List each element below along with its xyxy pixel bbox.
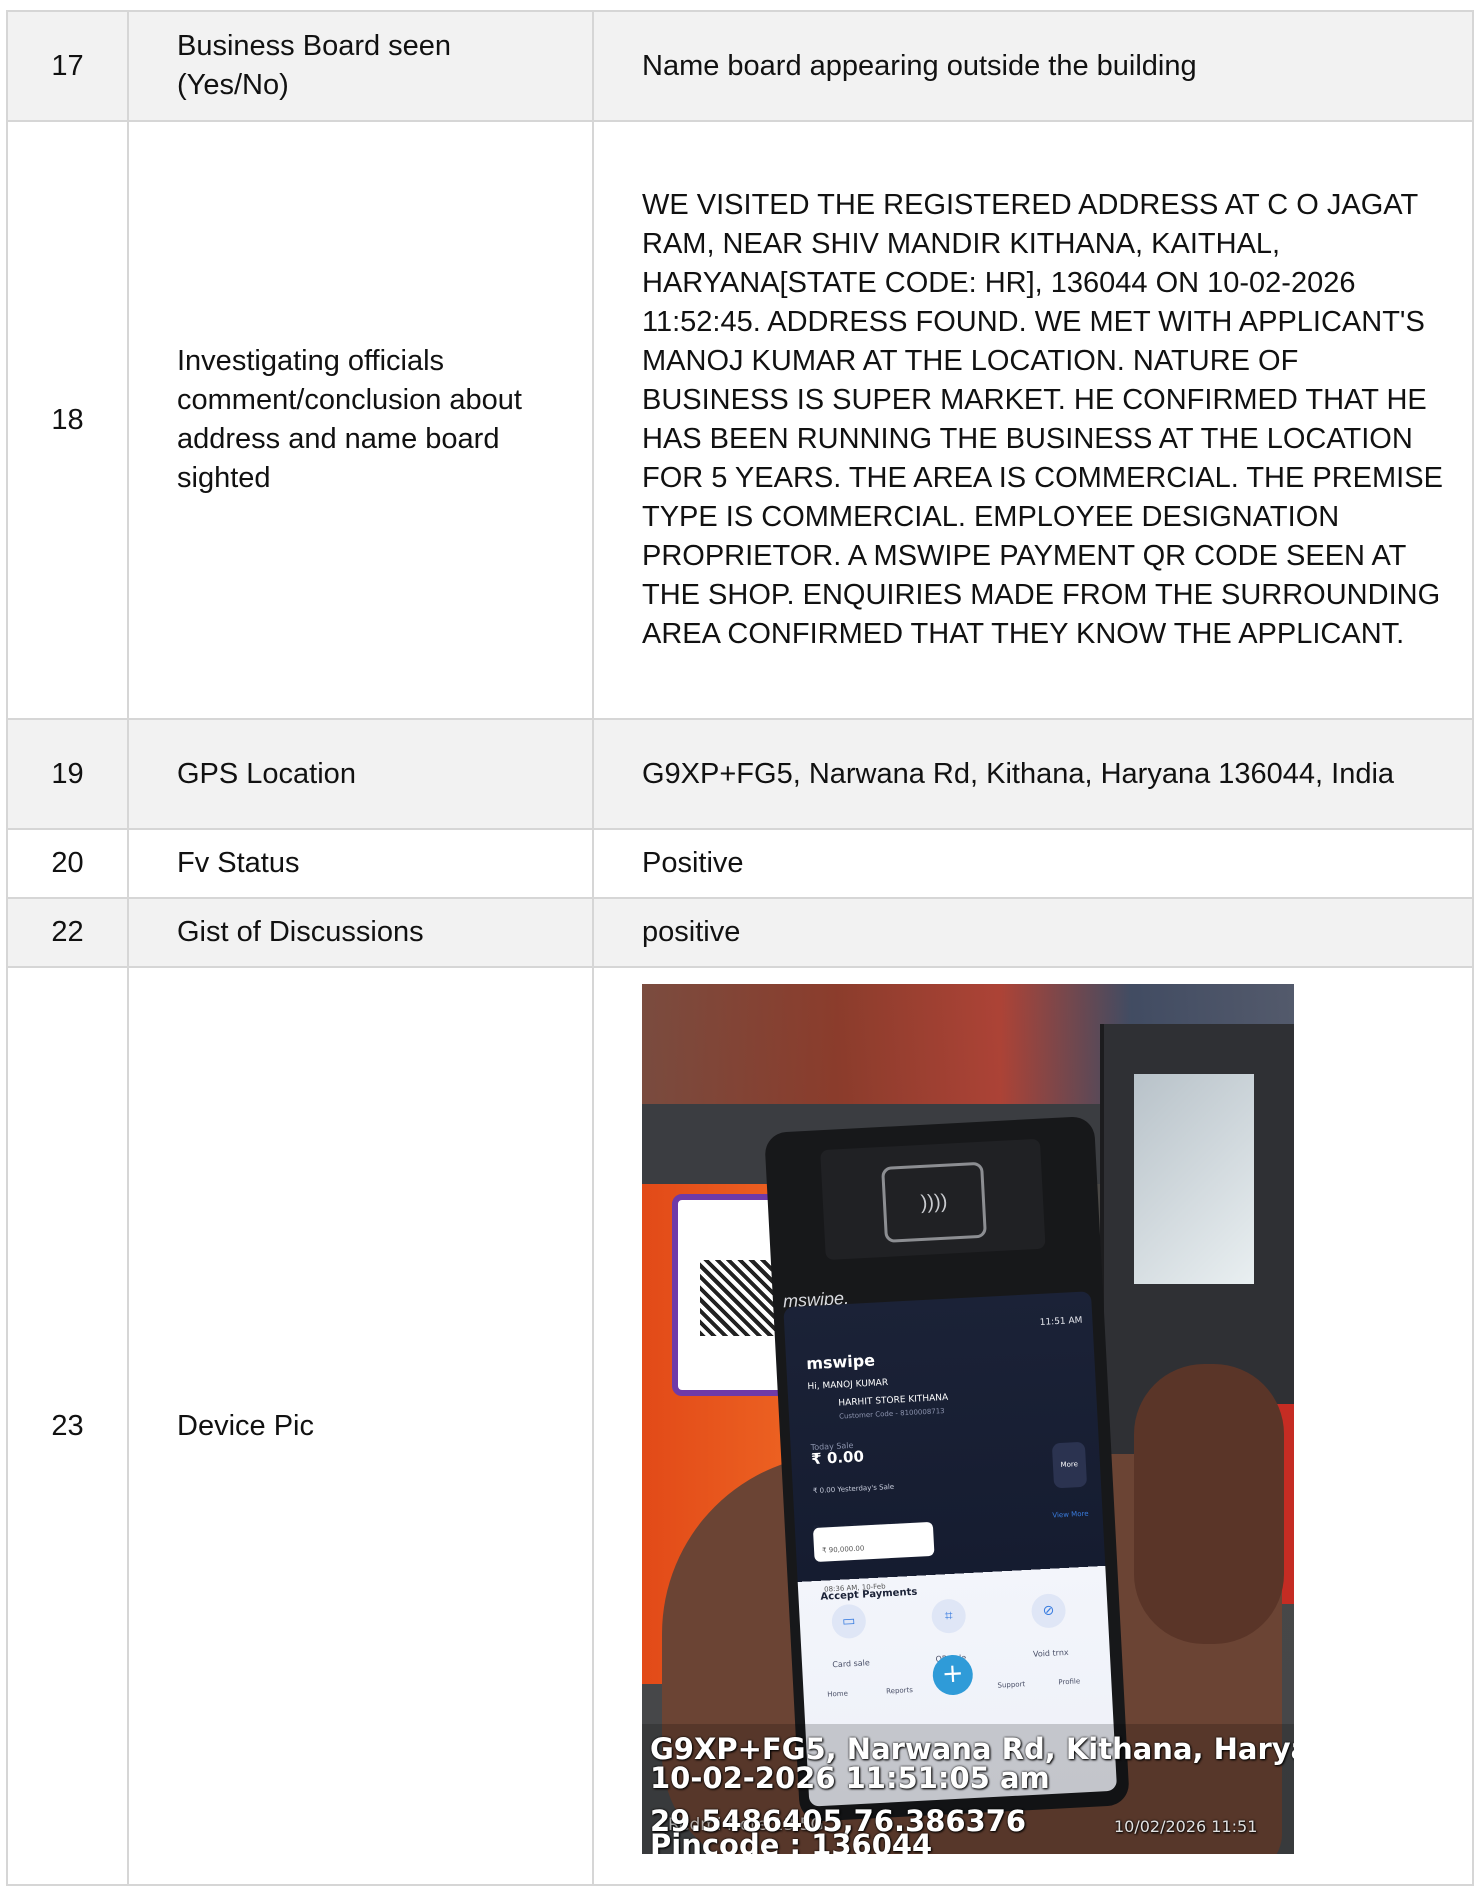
row-label: GPS Location [127, 718, 594, 830]
photo-thumb [1134, 1364, 1284, 1644]
nav-home: Home [827, 1689, 849, 1699]
report-table-container: 17 Business Board seen (Yes/No) Name boa… [6, 10, 1474, 1886]
transaction-card: ₹ 90,000.00 08:36 AM, 10-Feb [812, 1521, 935, 1594]
row-number: 19 [6, 718, 129, 830]
void-icon: ⊘ [1030, 1593, 1067, 1629]
overlay-datetime: 10-02-2026 11:51:05 am [650, 1761, 1050, 1795]
row-number: 20 [6, 828, 129, 899]
table-row: 19 GPS Location G9XP+FG5, Narwana Rd, Ki… [6, 718, 1474, 830]
row-value: WE VISITED THE REGISTERED ADDRESS AT C O… [592, 120, 1474, 720]
table-row: 22 Gist of Discussions positive [6, 897, 1474, 968]
pos-printer: )))) [820, 1138, 1046, 1261]
table-row: 23 Device Pic )))) mswipe. 11:51 AM mswi… [6, 966, 1474, 1886]
device-photo-cell: )))) mswipe. 11:51 AM mswipe Hi, MANOJ K… [592, 966, 1474, 1886]
card-sale-action: ▭ Card sale [817, 1603, 883, 1685]
row-label: Business Board seen (Yes/No) [127, 10, 594, 122]
row-label: Device Pic [127, 966, 594, 1886]
row-value: G9XP+FG5, Narwana Rd, Kithana, Haryana 1… [592, 718, 1474, 830]
overlay-timestamp: 10/02/2026 11:51 [1114, 1817, 1258, 1836]
more-button: More [1051, 1441, 1088, 1489]
row-value: Name board appearing outside the buildin… [592, 10, 1474, 122]
row-label: Gist of Discussions [127, 897, 594, 968]
field-verification-table: 17 Business Board seen (Yes/No) Name boa… [6, 10, 1474, 1886]
table-row: 18 Investigating officials comment/concl… [6, 120, 1474, 720]
photo-fridge-glass [1134, 1074, 1254, 1284]
pos-device: )))) mswipe. 11:51 AM mswipe Hi, MANOJ K… [764, 1115, 1130, 1823]
row-number: 18 [6, 120, 129, 720]
card-icon: ▭ [830, 1603, 867, 1640]
action-label: Void trnx [1032, 1647, 1069, 1659]
nav-support: Support [997, 1680, 1026, 1690]
row-number: 22 [6, 897, 129, 968]
nav-profile: Profile [1058, 1677, 1081, 1687]
table-row: 17 Business Board seen (Yes/No) Name boa… [6, 10, 1474, 122]
overlay-pincode: Pincode : 136044 [650, 1828, 933, 1854]
row-number: 23 [6, 966, 129, 1886]
customer-code: Customer Code - 8100008713 [838, 1407, 945, 1421]
row-number: 17 [6, 10, 129, 122]
qr-scan-icon: ⌗ [930, 1598, 967, 1634]
nav-reports: Reports [885, 1686, 914, 1696]
transaction-amount: ₹ 90,000.00 [821, 1544, 865, 1555]
table-row: 20 Fv Status Positive [6, 828, 1474, 899]
row-value: positive [592, 897, 1474, 968]
yesterday-sale: ₹ 0.00 Yesterday's Sale [812, 1482, 895, 1496]
view-more-link: View More [1052, 1509, 1089, 1520]
device-photo: )))) mswipe. 11:51 AM mswipe Hi, MANOJ K… [642, 984, 1294, 1854]
row-label: Fv Status [127, 828, 594, 899]
status-time: 11:51 AM [1039, 1315, 1083, 1328]
action-label: Card sale [832, 1658, 871, 1670]
row-value: Positive [592, 828, 1474, 899]
row-label: Investigating officials comment/conclusi… [127, 120, 594, 720]
contactless-icon: )))) [881, 1161, 987, 1243]
qr-code-icon [700, 1260, 776, 1336]
